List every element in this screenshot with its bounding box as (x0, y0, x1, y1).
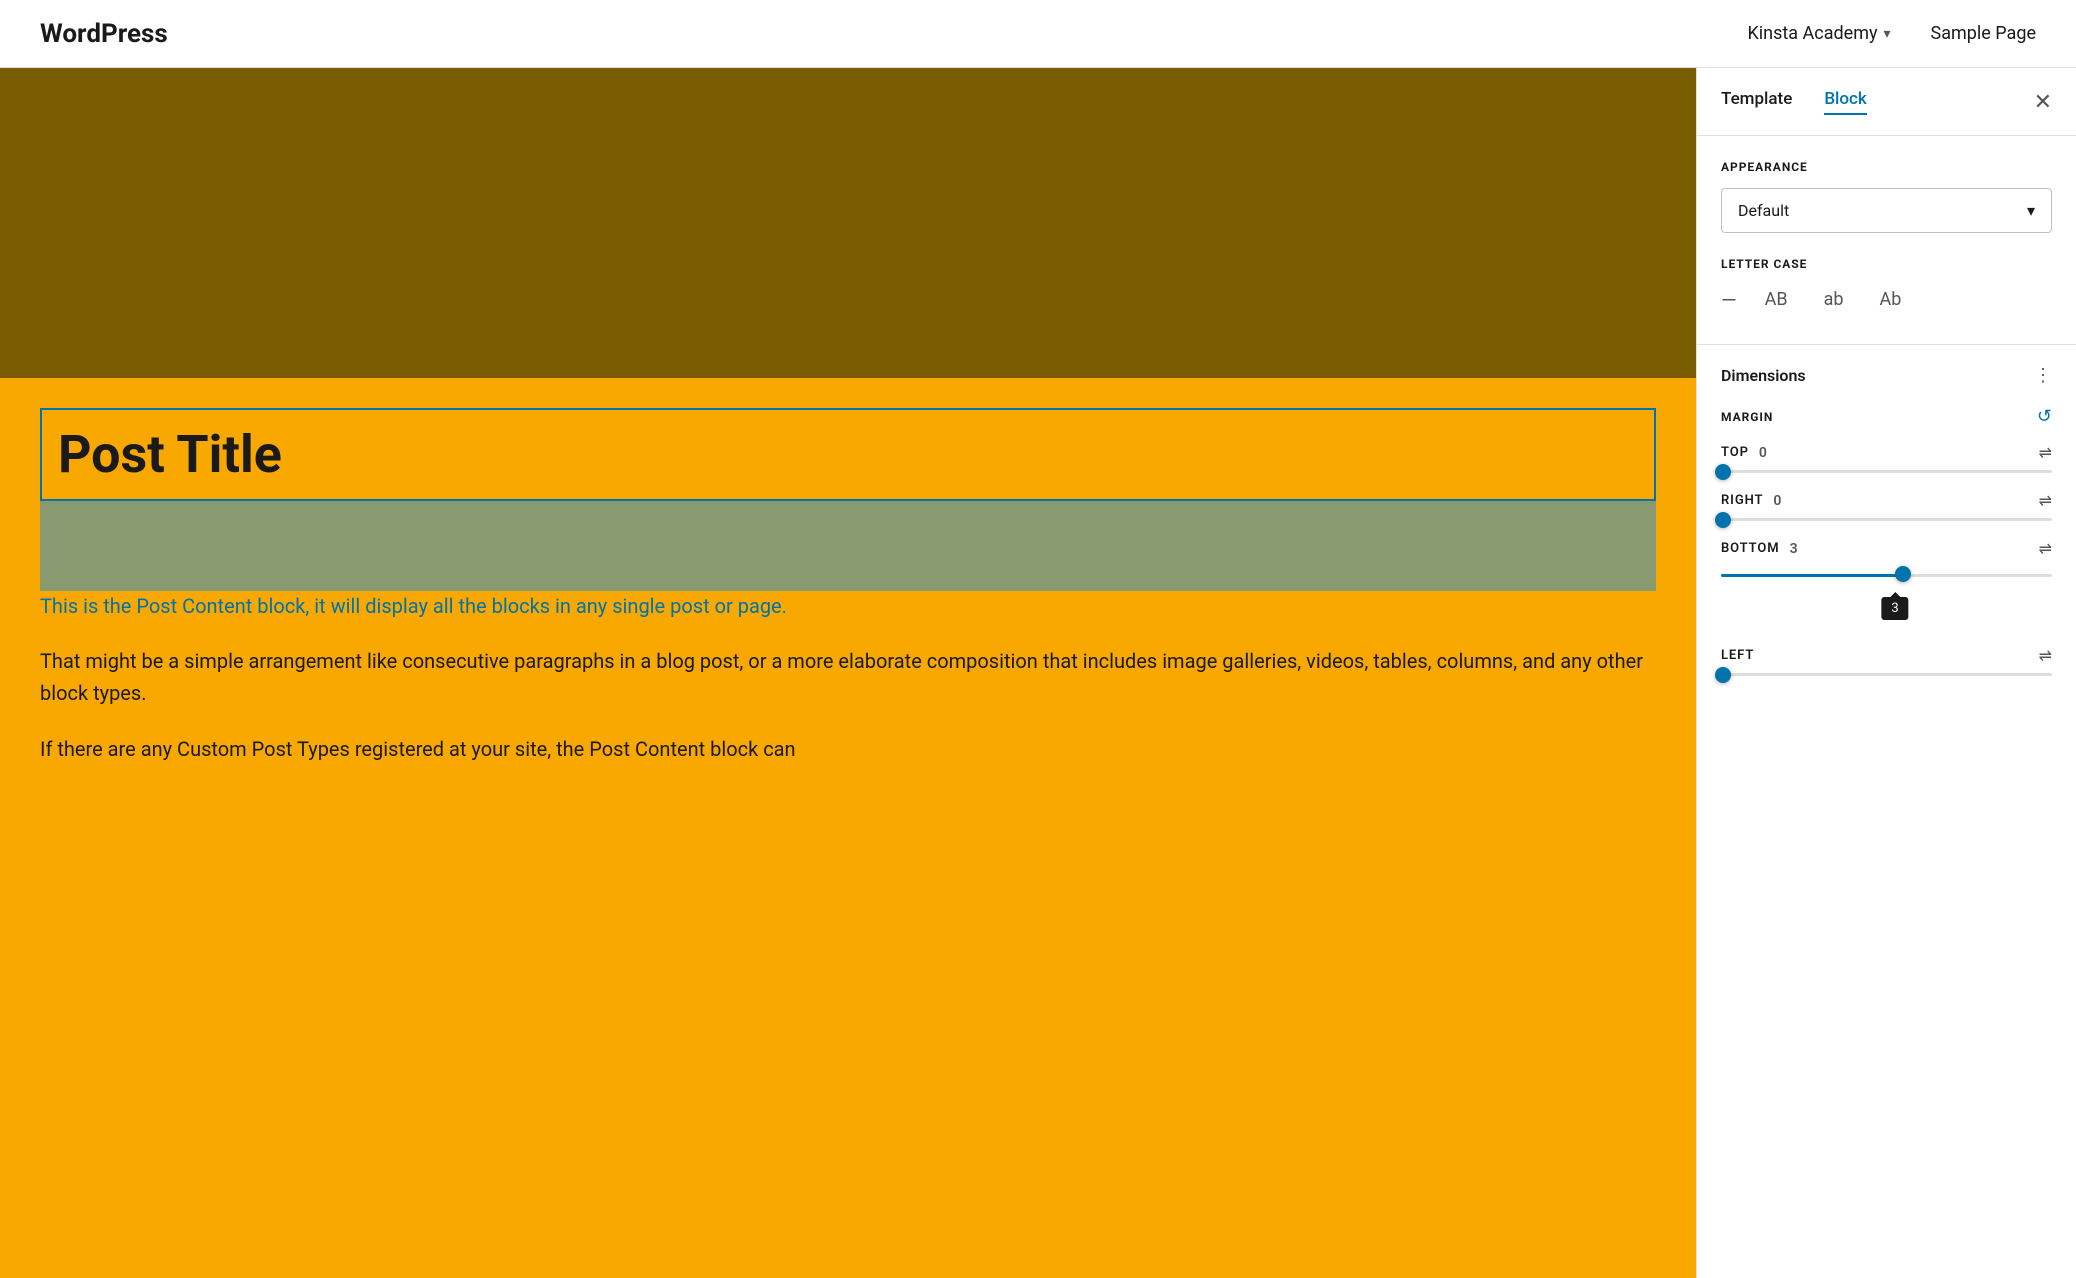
margin-bottom-tooltip: 3 (1881, 597, 1908, 620)
margin-top-value: 0 (1759, 445, 1768, 461)
panel-divider (1697, 344, 2076, 345)
main-layout: Post Title This is the Post Content bloc… (0, 68, 2076, 1278)
appearance-dropdown[interactable]: Default ▾ (1721, 188, 2052, 233)
margin-right-field: RIGHT 0 ⇌ (1721, 491, 2052, 521)
post-content-description: This is the Post Content block, it will … (40, 591, 1656, 621)
margin-top-track (1721, 470, 2052, 473)
panel-tabs: Template Block (1721, 89, 1867, 115)
wordpress-logo: WordPress (40, 19, 168, 49)
letter-case-lowercase[interactable]: ab (1816, 285, 1852, 314)
close-button[interactable]: ✕ (2034, 91, 2052, 113)
margin-right-thumb[interactable] (1715, 512, 1731, 528)
margin-top-label: TOP 0 (1721, 445, 1768, 461)
margin-bottom-value: 3 (1790, 541, 1799, 557)
top-bar: WordPress Kinsta Academy ▾ Sample Page (0, 0, 2076, 68)
margin-header: MARGIN ↺ (1721, 406, 2052, 427)
canvas-inner: Post Title This is the Post Content bloc… (0, 408, 1696, 829)
margin-right-header: RIGHT 0 ⇌ (1721, 491, 2052, 510)
letter-case-none[interactable]: — (1721, 288, 1737, 312)
featured-image (0, 68, 1696, 378)
margin-bottom-adjust-icon[interactable]: ⇌ (2039, 539, 2052, 558)
sample-page-link[interactable]: Sample Page (1931, 23, 2036, 44)
post-content-para1: That might be a simple arrangement like … (40, 645, 1656, 709)
reset-icon[interactable]: ↺ (2037, 406, 2052, 427)
margin-label: MARGIN (1721, 410, 1773, 424)
margin-left-header: LEFT ⇌ (1721, 646, 2052, 665)
margin-left-field: LEFT ⇌ (1721, 646, 2052, 676)
post-title-text: Post Title (58, 426, 1638, 483)
chevron-down-icon: ▾ (2027, 201, 2035, 220)
margin-bottom-label: BOTTOM 3 (1721, 541, 1798, 557)
margin-top-header: TOP 0 ⇌ (1721, 443, 2052, 462)
kinsta-academy-link[interactable]: Kinsta Academy ▾ (1748, 23, 1891, 44)
margin-right-adjust-icon[interactable]: ⇌ (2039, 491, 2052, 510)
dimensions-header: Dimensions ⋮ (1721, 365, 2052, 386)
margin-bottom-thumb[interactable]: 3 (1895, 566, 1911, 582)
letter-case-capitalize[interactable]: Ab (1872, 285, 1910, 314)
margin-right-track (1721, 518, 2052, 521)
canvas-area: Post Title This is the Post Content bloc… (0, 68, 1696, 1278)
margin-top-field: TOP 0 ⇌ (1721, 443, 2052, 473)
chevron-down-icon: ▾ (1884, 26, 1891, 42)
panel-body: APPEARANCE Default ▾ LETTER CASE — AB ab… (1697, 136, 2076, 1278)
panel-header: Template Block ✕ (1697, 68, 2076, 136)
letter-case-options: — AB ab Ab (1721, 285, 2052, 314)
post-content-para2: If there are any Custom Post Types regis… (40, 733, 1656, 765)
margin-left-track (1721, 673, 2052, 676)
margin-right-label: RIGHT 0 (1721, 493, 1782, 509)
dimensions-title: Dimensions (1721, 366, 1806, 385)
margin-bottom-field: BOTTOM 3 ⇌ 3 (1721, 539, 2052, 596)
margin-top-adjust-icon[interactable]: ⇌ (2039, 443, 2052, 462)
margin-left-adjust-icon[interactable]: ⇌ (2039, 646, 2052, 665)
margin-left-label: LEFT (1721, 648, 1764, 663)
post-content-image (40, 501, 1656, 591)
margin-bottom-fill (1721, 574, 1903, 577)
dimensions-menu-icon[interactable]: ⋮ (2034, 365, 2052, 386)
tab-block[interactable]: Block (1824, 89, 1866, 115)
post-title-block[interactable]: Post Title (40, 408, 1656, 501)
letter-case-label: LETTER CASE (1721, 257, 2052, 271)
tab-template[interactable]: Template (1721, 89, 1792, 115)
letter-case-uppercase[interactable]: AB (1757, 285, 1796, 314)
margin-left-thumb[interactable] (1715, 667, 1731, 683)
margin-top-thumb[interactable] (1715, 464, 1731, 480)
margin-bottom-track (1721, 574, 2052, 577)
letter-case-section: LETTER CASE — AB ab Ab (1721, 257, 2052, 314)
top-nav: Kinsta Academy ▾ Sample Page (1748, 23, 2037, 44)
appearance-value: Default (1738, 201, 1789, 220)
appearance-label: APPEARANCE (1721, 160, 2052, 174)
margin-bottom-header: BOTTOM 3 ⇌ (1721, 539, 2052, 558)
margin-right-value: 0 (1773, 493, 1782, 509)
right-panel: Template Block ✕ APPEARANCE Default ▾ LE… (1696, 68, 2076, 1278)
